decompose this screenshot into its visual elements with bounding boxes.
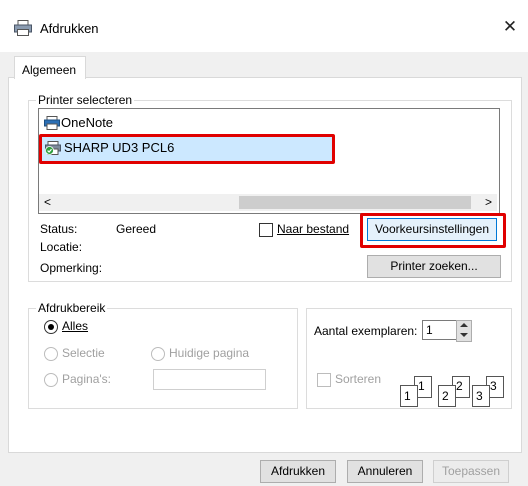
page-stack-front: 3 — [472, 385, 490, 407]
range-selection-radio[interactable] — [44, 347, 58, 361]
scroll-thumb[interactable] — [239, 196, 471, 209]
copies-label: Aantal exemplaren: — [314, 324, 418, 338]
page-stack-front: 2 — [438, 385, 456, 407]
page-number: 2 — [442, 389, 449, 403]
printer-group-legend: Printer selecteren — [36, 93, 135, 107]
pages-input[interactable] — [153, 369, 266, 390]
printer-item-onenote[interactable]: OneNote — [42, 114, 192, 130]
printer-icon — [14, 20, 32, 36]
range-current-page-label[interactable]: Huidige pagina — [169, 346, 249, 360]
printer-item-label: OneNote — [61, 115, 114, 130]
print-range-legend: Afdrukbereik — [36, 301, 108, 315]
page-number: 2 — [456, 379, 463, 393]
page-stack-front: 1 — [400, 385, 418, 407]
printer-item-label: SHARP UD3 PCL6 — [64, 140, 175, 155]
print-to-file-label[interactable]: Naar bestand — [277, 222, 349, 236]
copies-spinner[interactable] — [456, 320, 472, 342]
collate-checkbox[interactable] — [317, 373, 331, 387]
page-number: 1 — [404, 389, 411, 403]
page-number: 3 — [490, 379, 497, 393]
printer-item-sharp[interactable]: SHARP UD3 PCL6 — [39, 134, 335, 164]
location-label: Locatie: — [40, 240, 83, 254]
find-printer-button[interactable]: Printer zoeken... — [367, 255, 501, 278]
print-button[interactable]: Afdrukken — [260, 460, 336, 483]
range-selection-label[interactable]: Selectie — [62, 346, 105, 360]
scroll-right-arrow[interactable]: > — [485, 195, 492, 209]
copies-input[interactable]: 1 — [422, 320, 457, 340]
close-button[interactable]: ✕ — [500, 17, 520, 37]
tab-general[interactable]: Algemeen — [14, 56, 86, 79]
scroll-left-arrow[interactable]: < — [44, 195, 51, 209]
tab-general-label: Algemeen — [22, 63, 77, 77]
preferences-button[interactable]: Voorkeursinstellingen — [367, 218, 497, 241]
page-number: 3 — [476, 389, 483, 403]
collate-illustration: 1 1 2 2 3 3 — [398, 376, 504, 407]
spin-down-icon[interactable] — [460, 333, 468, 337]
range-all-label[interactable]: Alles — [62, 319, 88, 333]
print-to-file-checkbox[interactable] — [259, 223, 273, 237]
cancel-button[interactable]: Annuleren — [347, 460, 423, 483]
horizontal-scrollbar[interactable]: < > — [39, 194, 497, 211]
window-title: Afdrukken — [40, 21, 99, 36]
status-value: Gereed — [116, 222, 157, 236]
range-pages-radio[interactable] — [44, 373, 58, 387]
range-pages-label[interactable]: Pagina's: — [62, 372, 111, 386]
spin-up-icon[interactable] — [460, 323, 468, 327]
range-current-page-radio[interactable] — [151, 347, 165, 361]
range-all-radio[interactable] — [44, 320, 58, 334]
comment-label: Opmerking: — [40, 261, 103, 275]
apply-button[interactable]: Toepassen — [433, 460, 509, 483]
collate-label[interactable]: Sorteren — [335, 372, 381, 386]
status-label: Status: — [40, 222, 78, 236]
page-number: 1 — [418, 379, 425, 393]
printer-default-icon — [45, 141, 61, 155]
printer-icon — [44, 116, 60, 130]
